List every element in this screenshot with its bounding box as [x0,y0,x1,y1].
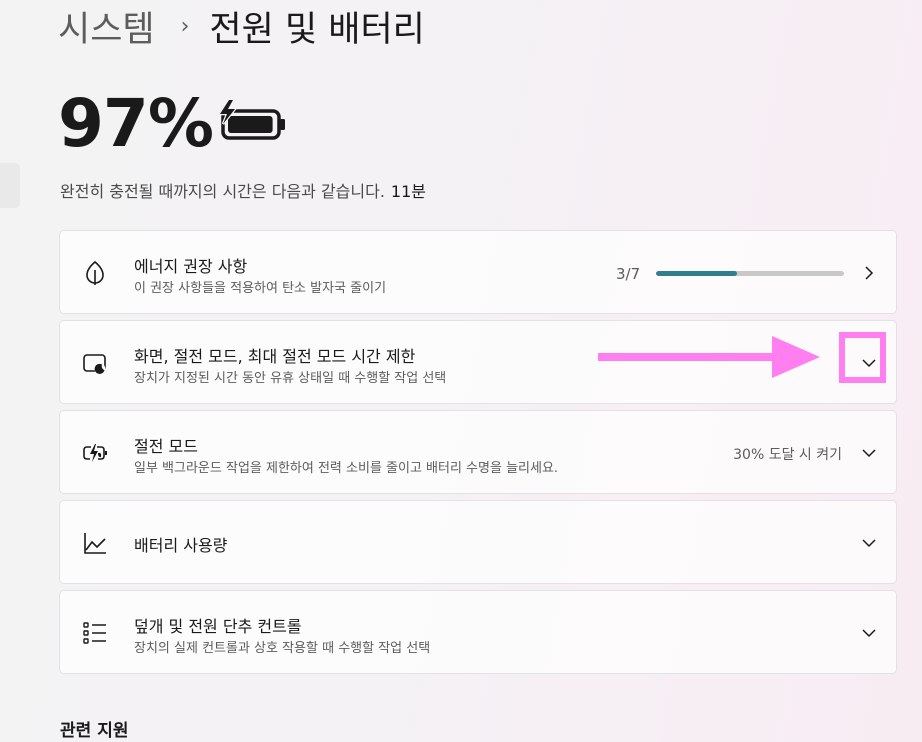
chevron-right-icon[interactable] [860,264,878,282]
recommendations-progress-text: 3/7 [616,265,641,283]
recommendations-progress-fill [656,271,737,276]
energy-recommendations-title: 에너지 권장 사항 [134,257,248,276]
screen-sleep-subtitle: 장치가 지정된 시간 동안 유휴 상태일 때 수행할 작업 선택 [134,371,447,386]
lid-power-button-card[interactable]: 덮개 및 전원 단추 컨트롤 장치의 실제 컨트롤과 상호 작용할 때 수행할 … [59,590,897,674]
chevron-down-icon[interactable] [860,624,878,642]
charge-time-text: 완전히 충전될 때까지의 시간은 다음과 같습니다. 11분 [60,178,426,202]
screen-sleep-icon [83,354,106,375]
battery-usage-title: 배터리 사용량 [134,536,228,555]
chevron-down-icon[interactable] [860,534,878,552]
battery-percentage: 97% [58,85,214,162]
charge-time-label: 완전히 충전될 때까지의 시간은 다음과 같습니다. [60,182,385,201]
breadcrumb: 시스템 › 전원 및 배터리 [58,4,425,50]
battery-charging-icon [217,100,285,140]
list-icon [83,622,106,644]
related-support-heading: 관련 지원 [60,721,129,741]
battery-saver-subtitle: 일부 백그라운드 작업을 제한하여 전력 소비를 줄이고 배터리 수명을 늘리세… [134,461,559,476]
battery-usage-card[interactable]: 배터리 사용량 [59,500,897,584]
annotation-arrow-icon [598,336,820,378]
recommendations-progress-bar [656,271,844,276]
page-title: 전원 및 배터리 [209,9,425,50]
breadcrumb-separator-icon: › [180,13,190,39]
energy-recommendations-subtitle: 이 권장 사항들을 적용하여 탄소 발자국 줄이기 [134,281,387,296]
navigation-pane-edge [0,163,20,208]
chevron-down-icon[interactable] [860,444,878,462]
battery-saver-title: 절전 모드 [134,437,198,456]
lid-power-title: 덮개 및 전원 단추 컨트롤 [134,617,302,636]
breadcrumb-parent-system[interactable]: 시스템 [58,1,155,52]
leaf-icon [86,260,104,285]
charge-time-value: 11분 [390,182,427,201]
lid-power-subtitle: 장치의 실제 컨트롤과 상호 작용할 때 수행할 작업 선택 [134,641,431,656]
battery-saver-threshold-value: 30% 도달 시 켜기 [733,447,842,463]
battery-saver-icon [83,444,107,462]
line-chart-icon [84,533,106,554]
screen-sleep-title: 화면, 절전 모드, 최대 절전 모드 시간 제한 [134,347,416,366]
annotation-highlight-box [839,332,886,383]
energy-recommendations-card[interactable]: 에너지 권장 사항 이 권장 사항들을 적용하여 탄소 발자국 줄이기 3/7 [59,230,897,314]
battery-saver-card[interactable]: 절전 모드 일부 백그라운드 작업을 제한하여 전력 소비를 줄이고 배터리 수… [59,410,897,494]
